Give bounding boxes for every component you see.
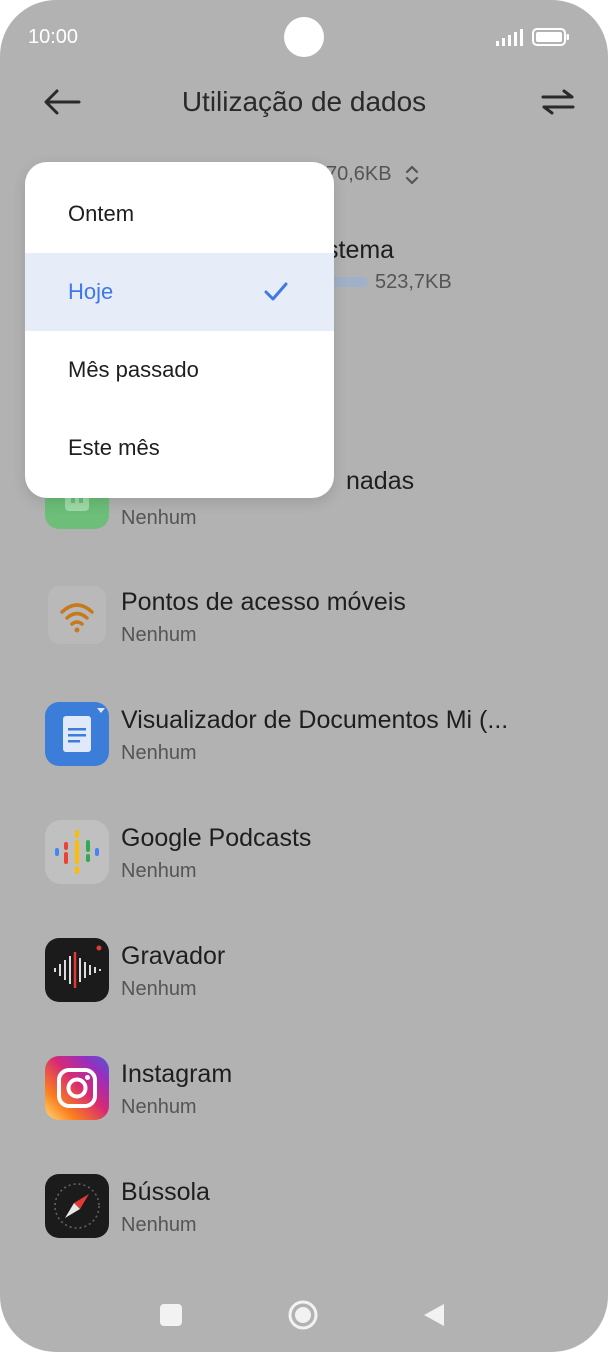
list-item[interactable]: Google Podcasts Nenhum bbox=[0, 820, 608, 920]
instagram-icon bbox=[45, 1056, 109, 1120]
menu-item-hoje[interactable]: Hoje bbox=[25, 253, 334, 331]
list-item[interactable]: Visualizador de Documentos Mi (... Nenhu… bbox=[0, 702, 608, 802]
app-usage: Nenhum bbox=[121, 1214, 197, 1236]
status-time: 10:00 bbox=[28, 26, 79, 48]
nav-back-button[interactable] bbox=[423, 1303, 445, 1327]
app-usage: Nenhum bbox=[121, 742, 197, 764]
app-name: Google Podcasts bbox=[121, 824, 312, 852]
app-name: Visualizador de Documentos Mi (... bbox=[121, 706, 509, 734]
phone-screen: 10:00 Utilização de dados 70,6KB stema 5… bbox=[0, 0, 608, 1352]
app-usage: Nenhum bbox=[121, 860, 197, 882]
app-name: nadas bbox=[346, 467, 415, 495]
app-name: Gravador bbox=[121, 942, 226, 970]
menu-item-label: Hoje bbox=[68, 279, 114, 304]
app-usage: Nenhum bbox=[121, 1096, 197, 1118]
list-item[interactable]: Instagram Nenhum bbox=[0, 1056, 608, 1156]
wifi-hotspot-icon bbox=[48, 586, 106, 644]
period-dropdown-menu: Ontem Hoje Mês passado Este mês bbox=[25, 162, 334, 498]
app-name: Bússola bbox=[121, 1178, 210, 1206]
app-usage: Nenhum bbox=[121, 624, 197, 646]
podcasts-icon bbox=[45, 820, 109, 884]
app-usage: Nenhum bbox=[121, 507, 197, 529]
camera-cutout bbox=[284, 17, 324, 57]
list-item[interactable]: Gravador Nenhum bbox=[0, 938, 608, 1038]
menu-item-label: Mês passado bbox=[68, 357, 199, 382]
system-item-name[interactable]: stema bbox=[326, 236, 394, 265]
usage-summary-value[interactable]: 70,6KB bbox=[326, 163, 392, 186]
swap-arrows-icon bbox=[541, 89, 575, 115]
battery-icon bbox=[532, 28, 569, 46]
app-usage: Nenhum bbox=[121, 978, 197, 1000]
system-item-size: 523,7KB bbox=[375, 271, 452, 293]
menu-item-label: Este mês bbox=[68, 435, 160, 460]
recorder-icon bbox=[45, 938, 109, 1002]
app-name: Pontos de acesso móveis bbox=[121, 588, 406, 616]
recents-button[interactable] bbox=[160, 1304, 182, 1326]
list-item[interactable]: Bússola Nenhum bbox=[0, 1174, 608, 1274]
page-title: Utilização de dados bbox=[181, 86, 427, 117]
menu-item-este-mes[interactable]: Este mês bbox=[25, 409, 334, 487]
app-name: Instagram bbox=[121, 1060, 233, 1088]
sort-button[interactable] bbox=[536, 82, 580, 122]
menu-item-ontem[interactable]: Ontem bbox=[25, 175, 334, 253]
menu-item-mes-passado[interactable]: Mês passado bbox=[25, 331, 334, 409]
menu-item-label: Ontem bbox=[68, 201, 135, 226]
check-icon bbox=[264, 282, 288, 301]
compass-icon bbox=[45, 1174, 109, 1238]
home-button[interactable] bbox=[287, 1299, 319, 1331]
list-item[interactable]: Pontos de acesso móveis Nenhum bbox=[0, 586, 608, 686]
signal-icon bbox=[496, 29, 523, 46]
document-viewer-icon bbox=[45, 702, 109, 766]
chevron-up-down-icon[interactable] bbox=[402, 163, 422, 187]
